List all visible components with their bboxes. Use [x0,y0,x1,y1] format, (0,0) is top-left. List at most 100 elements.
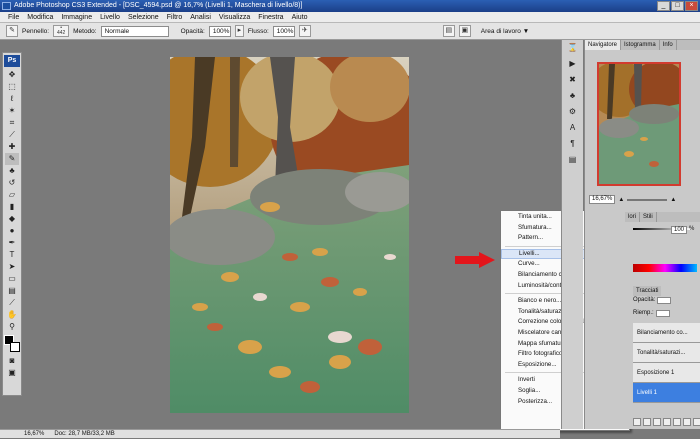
toolbox: Ps ✥ ⬚ ℓ ✶ ⌗ ⟋ ✚ ✎ ♣ ↺ ▱ ▮ ◆ ● ✒ T ➤ ▭ ▤… [2,52,22,396]
crop-tool-icon[interactable]: ⌗ [5,117,19,129]
menu-aiuto[interactable]: Aiuto [288,12,312,23]
maximize-button[interactable]: □ [671,1,684,11]
path-selection-tool-icon[interactable]: ➤ [5,261,19,273]
dodge-tool-icon[interactable]: ● [5,225,19,237]
brush-picker-icon[interactable]: • 442 [53,25,70,37]
eraser-tool-icon[interactable]: ▱ [5,189,19,201]
clone-stamp-tool-icon[interactable]: ♣ [5,165,19,177]
layer-row[interactable]: Esposizione 1 [633,363,700,383]
mode-label: Metodo: [73,27,97,35]
move-tool-icon[interactable]: ✥ [5,69,19,81]
pen-tool-icon[interactable]: ✒ [5,237,19,249]
actions-panel-icon[interactable]: ▶ [566,58,580,70]
menu-file[interactable]: File [4,12,23,23]
zoom-tool-icon[interactable]: ⚲ [5,321,19,333]
color-slider-value[interactable]: 100 [671,226,688,234]
menu-filtro[interactable]: Filtro [163,12,187,23]
workspace-menu[interactable]: Area di lavoro ▼ [481,28,529,35]
navigator-thumbnail[interactable] [597,62,681,186]
color-spectrum[interactable] [633,264,697,272]
magic-wand-tool-icon[interactable]: ✶ [5,105,19,117]
mode-select[interactable]: Normale [100,25,169,37]
layer-fill-field[interactable] [655,310,670,317]
history-brush-tool-icon[interactable]: ↺ [5,177,19,189]
brushes-panel-icon[interactable]: ✖ [566,74,580,86]
tool-presets-panel-icon[interactable]: ♣ [566,90,580,102]
layer-style-icon[interactable] [643,418,651,426]
layer-comps-panel-icon[interactable]: ▤ [566,154,580,166]
shape-tool-icon[interactable]: ▭ [5,273,19,285]
red-arrow-annotation [455,252,495,268]
character-panel-icon[interactable]: A [566,122,580,134]
ps-logo: Ps [4,55,20,67]
slice-tool-icon[interactable]: ⟋ [5,129,19,141]
layer-row[interactable]: Tonalità/saturazi... [633,343,700,363]
status-doc-size: Doc: 28,7 MB/33,2 MB [54,431,115,437]
file-browser-icon[interactable]: ▤ [442,25,455,37]
layer-opacity-field[interactable] [657,297,672,304]
flow-field[interactable]: 100% [272,25,295,37]
healing-tool-icon[interactable]: ✚ [5,141,19,153]
document-canvas[interactable] [170,57,409,413]
gradient-tool-icon[interactable]: ▮ [5,201,19,213]
add-mask-icon[interactable] [653,418,661,426]
menu-visualizza[interactable]: Visualizza [215,12,254,23]
navigator-preview [599,64,679,184]
minimize-button[interactable]: _ [657,1,670,11]
lasso-tool-icon[interactable]: ℓ [5,93,19,105]
menu-livello[interactable]: Livello [96,12,124,23]
airbrush-icon[interactable]: ✈ [298,25,311,37]
menu-modifica[interactable]: Modifica [23,12,57,23]
tab-navigatore[interactable]: Navigatore [585,40,622,50]
link-layers-icon[interactable] [633,418,641,426]
eyedropper-tool-icon[interactable]: ⟋ [5,297,19,309]
type-tool-icon[interactable]: T [5,249,19,261]
opacity-field[interactable]: 100% [208,25,231,37]
tab-info[interactable]: Info [660,40,677,50]
layer-fill-label: Riemp.: [633,310,654,316]
blur-tool-icon[interactable]: ◆ [5,213,19,225]
zoom-slider[interactable] [627,198,668,201]
menu-bar: File Modifica Immagine Livello Selezione… [0,12,700,23]
hand-tool-icon[interactable]: ✋ [5,309,19,321]
tab-colori[interactable]: lori [625,212,641,222]
tab-tracciati[interactable]: Tracciati [633,286,662,296]
brush-tool-preset-icon[interactable]: ✎ [6,25,18,37]
brush-tool-icon[interactable]: ✎ [5,153,19,165]
layer-row-selected[interactable]: Livelli 1 [633,383,700,403]
history-panel-icon[interactable]: ⌛ [566,42,580,54]
quick-mask-icon[interactable]: ◙ [5,355,19,367]
color-slider-unit: % [689,226,695,232]
options-bar: ✎ Pennello: • 442 Metodo: Normale Opacità… [0,23,700,40]
tablet-pressure-icon[interactable]: ▸ [234,25,244,37]
color-tabs: lori Stili [625,212,700,222]
window-title: Adobe Photoshop CS3 Extended - [DSC_4594… [14,2,303,9]
title-bar: Adobe Photoshop CS3 Extended - [DSC_4594… [0,0,700,12]
tab-stili[interactable]: Stili [640,212,657,222]
close-button[interactable]: × [685,1,698,11]
clone-source-panel-icon[interactable]: ⚙ [566,106,580,118]
paragraph-panel-icon[interactable]: ¶ [566,138,580,150]
notes-tool-icon[interactable]: ▤ [5,285,19,297]
new-group-icon[interactable] [673,418,681,426]
flow-label: Flusso: [247,27,269,35]
navigator-zoom-field[interactable]: 16,67% [589,195,616,204]
tab-istogramma[interactable]: Istogramma [621,40,660,50]
status-bar: 16,67% Doc: 28,7 MB/33,2 MB [0,429,560,438]
zoom-in-icon[interactable]: ▲ [670,197,676,203]
new-adjustment-layer-icon[interactable] [663,418,671,426]
marquee-tool-icon[interactable]: ⬚ [5,81,19,93]
menu-finestra[interactable]: Finestra [254,12,287,23]
delete-layer-icon[interactable] [693,418,700,426]
new-layer-icon[interactable] [683,418,691,426]
menu-selezione[interactable]: Selezione [124,12,163,23]
layer-row[interactable]: Bilanciamento co... [633,323,700,343]
menu-analisi[interactable]: Analisi [186,12,215,23]
bridge-icon[interactable]: ▣ [458,25,471,37]
zoom-out-icon[interactable]: ▲ [618,197,624,203]
screen-mode-icon[interactable]: ▣ [5,367,19,379]
background-color-swatch[interactable] [10,342,20,352]
status-zoom[interactable]: 16,67% [24,430,44,438]
color-swatches[interactable] [4,335,20,353]
menu-immagine[interactable]: Immagine [57,12,96,23]
